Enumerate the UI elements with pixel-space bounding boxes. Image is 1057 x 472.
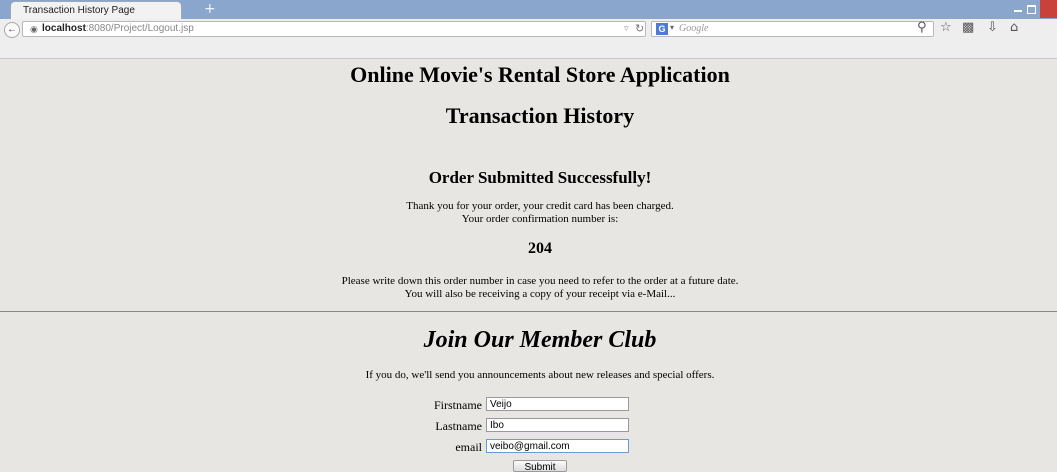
note-line-2: You will also be receiving a copy of you… xyxy=(404,288,676,300)
tab-title: Transaction History Page xyxy=(23,5,135,16)
google-engine-icon[interactable]: G xyxy=(656,23,668,35)
search-bar[interactable]: G ▾ Google xyxy=(651,21,934,37)
thanks-line-2: Your order confirmation number is: xyxy=(461,213,619,225)
browser-titlebar: Transaction History Page + xyxy=(0,0,1057,19)
globe-icon: ◉ xyxy=(30,24,38,34)
url-history-dropdown-icon[interactable]: ▿ xyxy=(624,23,629,34)
submit-button[interactable]: Submit xyxy=(513,460,567,472)
thanks-line-1: Thank you for your order, your credit ca… xyxy=(406,200,674,212)
close-window-button[interactable] xyxy=(1040,0,1057,18)
lastname-label: Lastname xyxy=(435,419,482,433)
note-line-1: Please write down this order number in c… xyxy=(341,275,739,287)
firstname-row: Firstname xyxy=(0,397,1057,413)
minimize-button[interactable] xyxy=(1012,3,1024,15)
email-input[interactable] xyxy=(486,439,629,453)
order-number: 204 xyxy=(528,240,552,257)
thanks-message: Thank you for your order, your credit ca… xyxy=(0,200,1057,226)
engine-dropdown-icon[interactable]: ▾ xyxy=(670,23,674,32)
lastname-input[interactable] xyxy=(486,418,629,432)
search-placeholder: Google xyxy=(679,23,709,34)
home-icon[interactable]: ⌂ xyxy=(1010,20,1018,36)
bookmark-star-icon[interactable]: ☆ xyxy=(940,20,952,36)
restore-button[interactable] xyxy=(1025,3,1037,15)
email-label: email xyxy=(455,440,482,454)
join-club-heading: Join Our Member Club xyxy=(423,327,657,353)
browser-tab[interactable]: Transaction History Page xyxy=(10,1,182,19)
browser-navbar: ← ◉ localhost:8080/Project/Logout.jsp ▿ … xyxy=(0,19,1057,59)
back-icon[interactable]: ← xyxy=(4,22,20,38)
new-tab-button[interactable]: + xyxy=(204,1,216,17)
search-magnifier-icon[interactable]: ⚲ xyxy=(917,20,927,36)
email-row: email xyxy=(0,439,1057,455)
lastname-row: Lastname xyxy=(0,418,1057,434)
firstname-label: Firstname xyxy=(434,398,482,412)
url-text: localhost:8080/Project/Logout.jsp xyxy=(42,23,194,34)
section-divider xyxy=(0,311,1057,312)
store-title: Online Movie's Rental Store Application xyxy=(350,62,730,87)
download-icon[interactable]: ⇩ xyxy=(987,20,998,36)
success-heading: Order Submitted Successfully! xyxy=(428,168,652,187)
firstname-input[interactable] xyxy=(486,397,629,411)
reload-icon[interactable]: ↻ xyxy=(635,22,644,35)
bookmarks-menu-icon[interactable]: ▩ xyxy=(962,20,974,36)
url-bar[interactable]: ◉ localhost:8080/Project/Logout.jsp ▿ ↻ xyxy=(22,21,646,37)
page-title: Transaction History xyxy=(445,103,635,128)
order-note: Please write down this order number in c… xyxy=(0,275,1057,301)
join-club-text: If you do, we'll send you announcements … xyxy=(365,369,715,381)
